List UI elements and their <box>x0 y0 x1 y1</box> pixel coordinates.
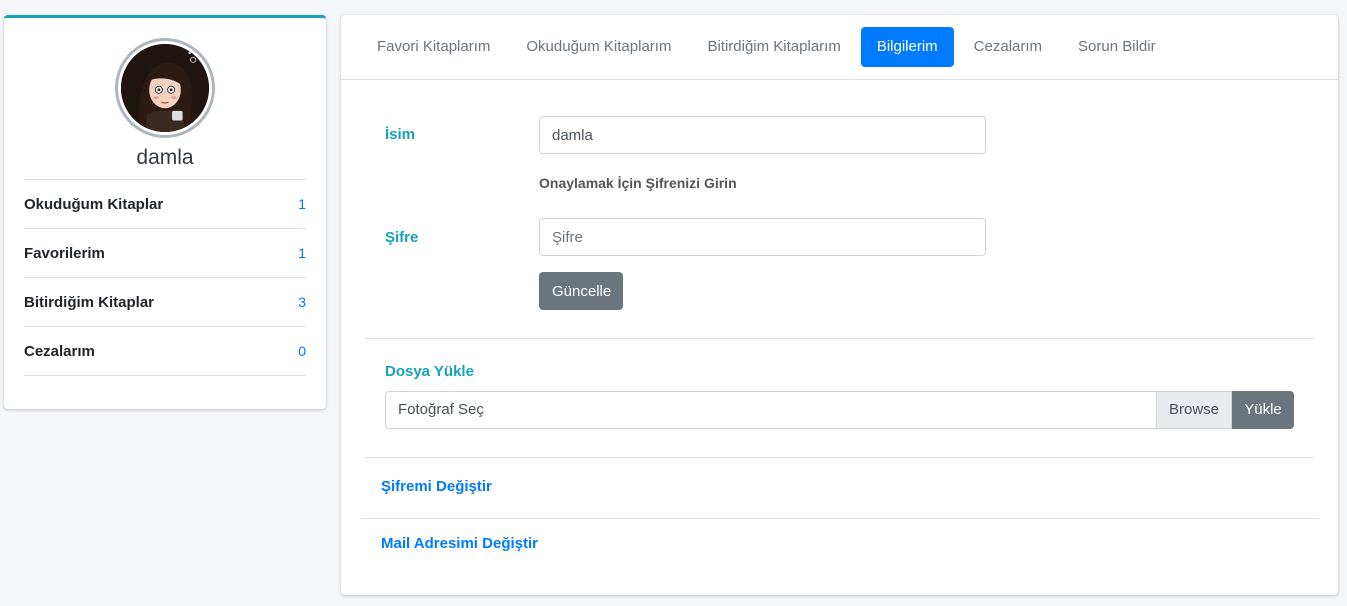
name-label: İsim <box>385 126 416 143</box>
profile-card: damla Okuduğum Kitaplar 1 Favorilerim 1 … <box>4 15 326 409</box>
divider <box>365 457 1314 458</box>
tab-favorite-books[interactable]: Favori Kitaplarım <box>361 27 506 67</box>
avatar <box>115 38 215 138</box>
stat-row-favorites[interactable]: Favorilerim 1 <box>24 229 306 278</box>
divider <box>365 338 1314 339</box>
stat-label: Cezalarım <box>24 342 95 360</box>
stat-value[interactable]: 0 <box>298 343 306 359</box>
name-input[interactable] <box>539 116 986 154</box>
tab-my-info[interactable]: Bilgilerim <box>860 27 954 67</box>
stat-label: Okuduğum Kitaplar <box>24 195 164 213</box>
divider <box>361 518 1319 519</box>
upload-label: Dosya Yükle <box>385 363 474 380</box>
tab-report-issue[interactable]: Sorun Bildir <box>1062 27 1172 67</box>
confirm-password-hint: Onaylamak İçin Şifrenizi Girin <box>539 175 737 191</box>
avatar-image <box>121 44 209 132</box>
upload-button[interactable]: Yükle <box>1232 391 1294 429</box>
stat-value[interactable]: 1 <box>298 196 306 212</box>
password-label: Şifre <box>385 229 419 246</box>
tab-reading-books[interactable]: Okuduğum Kitaplarım <box>510 27 687 67</box>
avatar-illustration <box>121 44 209 132</box>
change-email-link[interactable]: Mail Adresimi Değiştir <box>381 535 538 552</box>
stat-value[interactable]: 3 <box>298 294 306 310</box>
tab-penalties[interactable]: Cezalarım <box>958 27 1058 67</box>
file-input[interactable]: Fotoğraf Seç <box>385 391 1157 429</box>
main-card: Favori Kitaplarım Okuduğum Kitaplarım Bi… <box>341 15 1338 595</box>
stat-row-penalties[interactable]: Cezalarım 0 <box>24 327 306 376</box>
password-input[interactable] <box>539 218 986 256</box>
tab-finished-books[interactable]: Bitirdiğim Kitaplarım <box>691 27 856 67</box>
tab-bar: Favori Kitaplarım Okuduğum Kitaplarım Bi… <box>341 15 1338 80</box>
file-upload-group: Fotoğraf Seç Browse Yükle <box>385 391 1294 429</box>
browse-button[interactable]: Browse <box>1157 391 1232 429</box>
stat-label: Bitirdiğim Kitaplar <box>24 293 155 311</box>
change-password-link[interactable]: Şifremi Değiştir <box>381 478 492 495</box>
stat-row-reading[interactable]: Okuduğum Kitaplar 1 <box>24 180 306 229</box>
stat-value[interactable]: 1 <box>298 245 306 261</box>
update-button[interactable]: Güncelle <box>539 272 623 310</box>
stats-list: Okuduğum Kitaplar 1 Favorilerim 1 Bitird… <box>24 179 306 376</box>
profile-name: damla <box>136 146 194 169</box>
stat-label: Favorilerim <box>24 244 105 262</box>
stat-row-finished[interactable]: Bitirdiğim Kitaplar 3 <box>24 278 306 327</box>
